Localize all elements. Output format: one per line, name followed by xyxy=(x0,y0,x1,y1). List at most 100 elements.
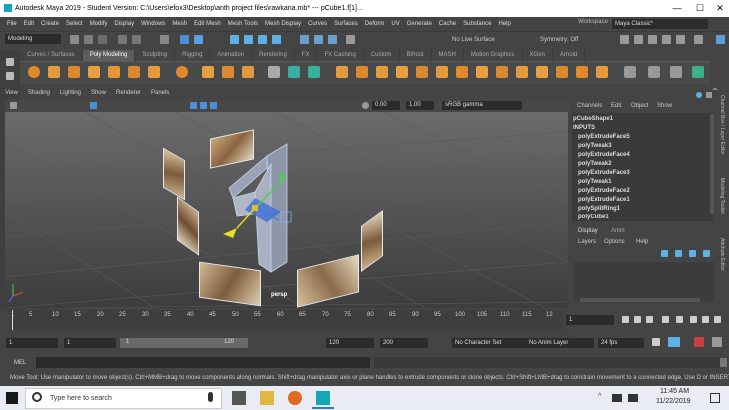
poly-torus-icon[interactable] xyxy=(108,66,120,78)
shape-node[interactable]: pCubeShape1 xyxy=(573,116,613,122)
viewport-menu-view[interactable]: View xyxy=(5,90,18,100)
snap-grid-icon[interactable] xyxy=(300,35,309,44)
step-forward-key-icon[interactable] xyxy=(702,316,709,323)
undo-icon[interactable] xyxy=(118,35,127,44)
tray-chevron-icon[interactable]: ^ xyxy=(598,393,601,400)
end-frame-field[interactable]: 200 xyxy=(380,338,428,348)
play-backward-icon[interactable] xyxy=(662,316,669,323)
smooth-icon[interactable] xyxy=(308,66,320,78)
platonic-solid-icon[interactable] xyxy=(176,66,188,78)
superellipse-icon[interactable] xyxy=(202,66,214,78)
render-view-icon[interactable] xyxy=(620,35,629,44)
shelf-tab-arnold[interactable]: Arnold xyxy=(553,50,586,61)
menu-edit-mesh[interactable]: Edit Mesh xyxy=(194,21,221,27)
start-frame-field[interactable]: 1 xyxy=(6,338,58,348)
planar-map-icon[interactable] xyxy=(556,66,568,78)
go-to-start-icon[interactable] xyxy=(622,316,629,323)
colorspace-select[interactable]: sRGB gamma xyxy=(442,101,522,110)
bevel-icon[interactable] xyxy=(376,66,388,78)
automatic-map-icon[interactable] xyxy=(576,66,588,78)
clock-time[interactable]: 11:45 AM xyxy=(660,388,689,395)
insert-edge-loop-icon[interactable] xyxy=(476,66,488,78)
merge-icon[interactable] xyxy=(496,66,508,78)
loop-icon[interactable] xyxy=(652,338,660,346)
shelf-tab-poly-modeling[interactable]: Poly Modeling xyxy=(82,50,136,61)
shelf-tab-rendering[interactable]: Rendering xyxy=(252,50,295,61)
shelf-tab-mash[interactable]: MASH xyxy=(432,50,464,61)
svg-icon[interactable] xyxy=(242,66,254,78)
channel-box-float-icon[interactable] xyxy=(706,92,712,98)
firefox-icon[interactable] xyxy=(288,391,302,405)
input-node[interactable]: polyCube1 xyxy=(578,214,609,220)
input-node[interactable]: polyExtrudeFace5 xyxy=(578,134,630,140)
playback-start-field[interactable]: 1 xyxy=(64,338,116,348)
windows-start-icon[interactable] xyxy=(6,392,18,404)
shelf-tab-fx-caching[interactable]: FX Caching xyxy=(317,50,364,61)
shelf-tab-rigging[interactable]: Rigging xyxy=(175,50,211,61)
redo-icon[interactable] xyxy=(132,35,141,44)
play-forward-icon[interactable] xyxy=(676,316,683,323)
menu-generate[interactable]: Generate xyxy=(407,21,432,27)
camera-icon[interactable] xyxy=(10,102,17,109)
input-node[interactable]: polyTweak1 xyxy=(578,179,612,185)
workspace-select[interactable]: Maya Classic* xyxy=(612,19,708,29)
soft-select-icon[interactable] xyxy=(670,66,682,78)
menu-substance[interactable]: Substance xyxy=(463,21,491,27)
step-back-frame-icon[interactable] xyxy=(646,316,653,323)
go-to-end-icon[interactable] xyxy=(714,316,721,323)
task-view-icon[interactable] xyxy=(232,391,246,405)
poly-mesh[interactable] xyxy=(5,112,568,308)
smooth-shade-icon[interactable] xyxy=(200,102,207,109)
shelf-tab-custom[interactable]: Custom xyxy=(364,50,400,61)
select-hierarchy-icon[interactable] xyxy=(160,35,169,44)
bridge-icon[interactable] xyxy=(356,66,368,78)
anim-layer-select[interactable]: No Anim Layer xyxy=(526,338,594,348)
microphone-icon[interactable] xyxy=(208,392,213,402)
viewport[interactable]: persp xyxy=(5,112,568,308)
menu-select[interactable]: Select xyxy=(66,21,83,27)
auto-key-icon[interactable] xyxy=(668,337,680,347)
layer-menu-layers[interactable]: Layers xyxy=(578,239,596,245)
poly-sphere-icon[interactable] xyxy=(28,66,40,78)
cb-menu-show[interactable]: Show xyxy=(657,103,672,109)
open-icon[interactable] xyxy=(98,35,107,44)
layer-menu-options[interactable]: Options xyxy=(604,239,625,245)
current-frame-field[interactable]: 1 xyxy=(566,315,614,325)
character-set-select[interactable]: No Character Set xyxy=(452,338,528,348)
folder-icon[interactable] xyxy=(70,35,79,44)
live-surface-label[interactable]: No Live Surface xyxy=(452,37,495,43)
layer-down-icon[interactable] xyxy=(675,250,682,257)
new-layer-selected-icon[interactable] xyxy=(703,250,710,257)
side-tab-channel-box[interactable]: Channel Box / Layer Editor xyxy=(719,95,725,155)
notifications-icon[interactable] xyxy=(710,393,720,403)
menu-mesh-display[interactable]: Mesh Display xyxy=(265,21,301,27)
shelf-tab-bifrost[interactable]: Bifrost xyxy=(400,50,432,61)
layer-up-icon[interactable] xyxy=(661,250,668,257)
lasso-tool-icon[interactable] xyxy=(6,72,14,80)
side-tab-attribute-editor[interactable]: Attribute Editor xyxy=(719,238,725,271)
step-back-key-icon[interactable] xyxy=(634,316,641,323)
anim-prefs-icon[interactable] xyxy=(712,337,722,347)
cb-menu-edit[interactable]: Edit xyxy=(611,103,621,109)
cut-uv-icon[interactable] xyxy=(596,66,608,78)
menu-modify[interactable]: Modify xyxy=(90,21,108,27)
wireframe-icon[interactable] xyxy=(190,102,197,109)
shelf-menu-icon[interactable] xyxy=(692,66,704,78)
viewport-menu-shading[interactable]: Shading xyxy=(28,90,50,100)
menu-curves[interactable]: Curves xyxy=(308,21,327,27)
vertex-mask-icon[interactable] xyxy=(230,35,239,44)
input-node[interactable]: polyTweak3 xyxy=(578,143,612,149)
viewport-menu-panels[interactable]: Panels xyxy=(151,90,169,100)
append-icon[interactable] xyxy=(396,66,408,78)
viewport-menu-renderer[interactable]: Renderer xyxy=(116,90,141,100)
menu-help[interactable]: Help xyxy=(499,21,511,27)
input-node[interactable]: polyExtrudeFace1 xyxy=(578,197,630,203)
shelf-tab-xgen[interactable]: XGen xyxy=(523,50,553,61)
mode-select[interactable]: Modeling xyxy=(5,34,61,44)
layer-scrollbar[interactable] xyxy=(580,298,700,302)
command-lang-label[interactable]: MEL xyxy=(14,360,26,366)
fps-select[interactable]: 24 fps xyxy=(598,338,644,348)
menu-mesh[interactable]: Mesh xyxy=(172,21,187,27)
modeling-toolkit-icon[interactable] xyxy=(694,35,703,44)
input-node[interactable]: polyExtrudeFace2 xyxy=(578,188,630,194)
